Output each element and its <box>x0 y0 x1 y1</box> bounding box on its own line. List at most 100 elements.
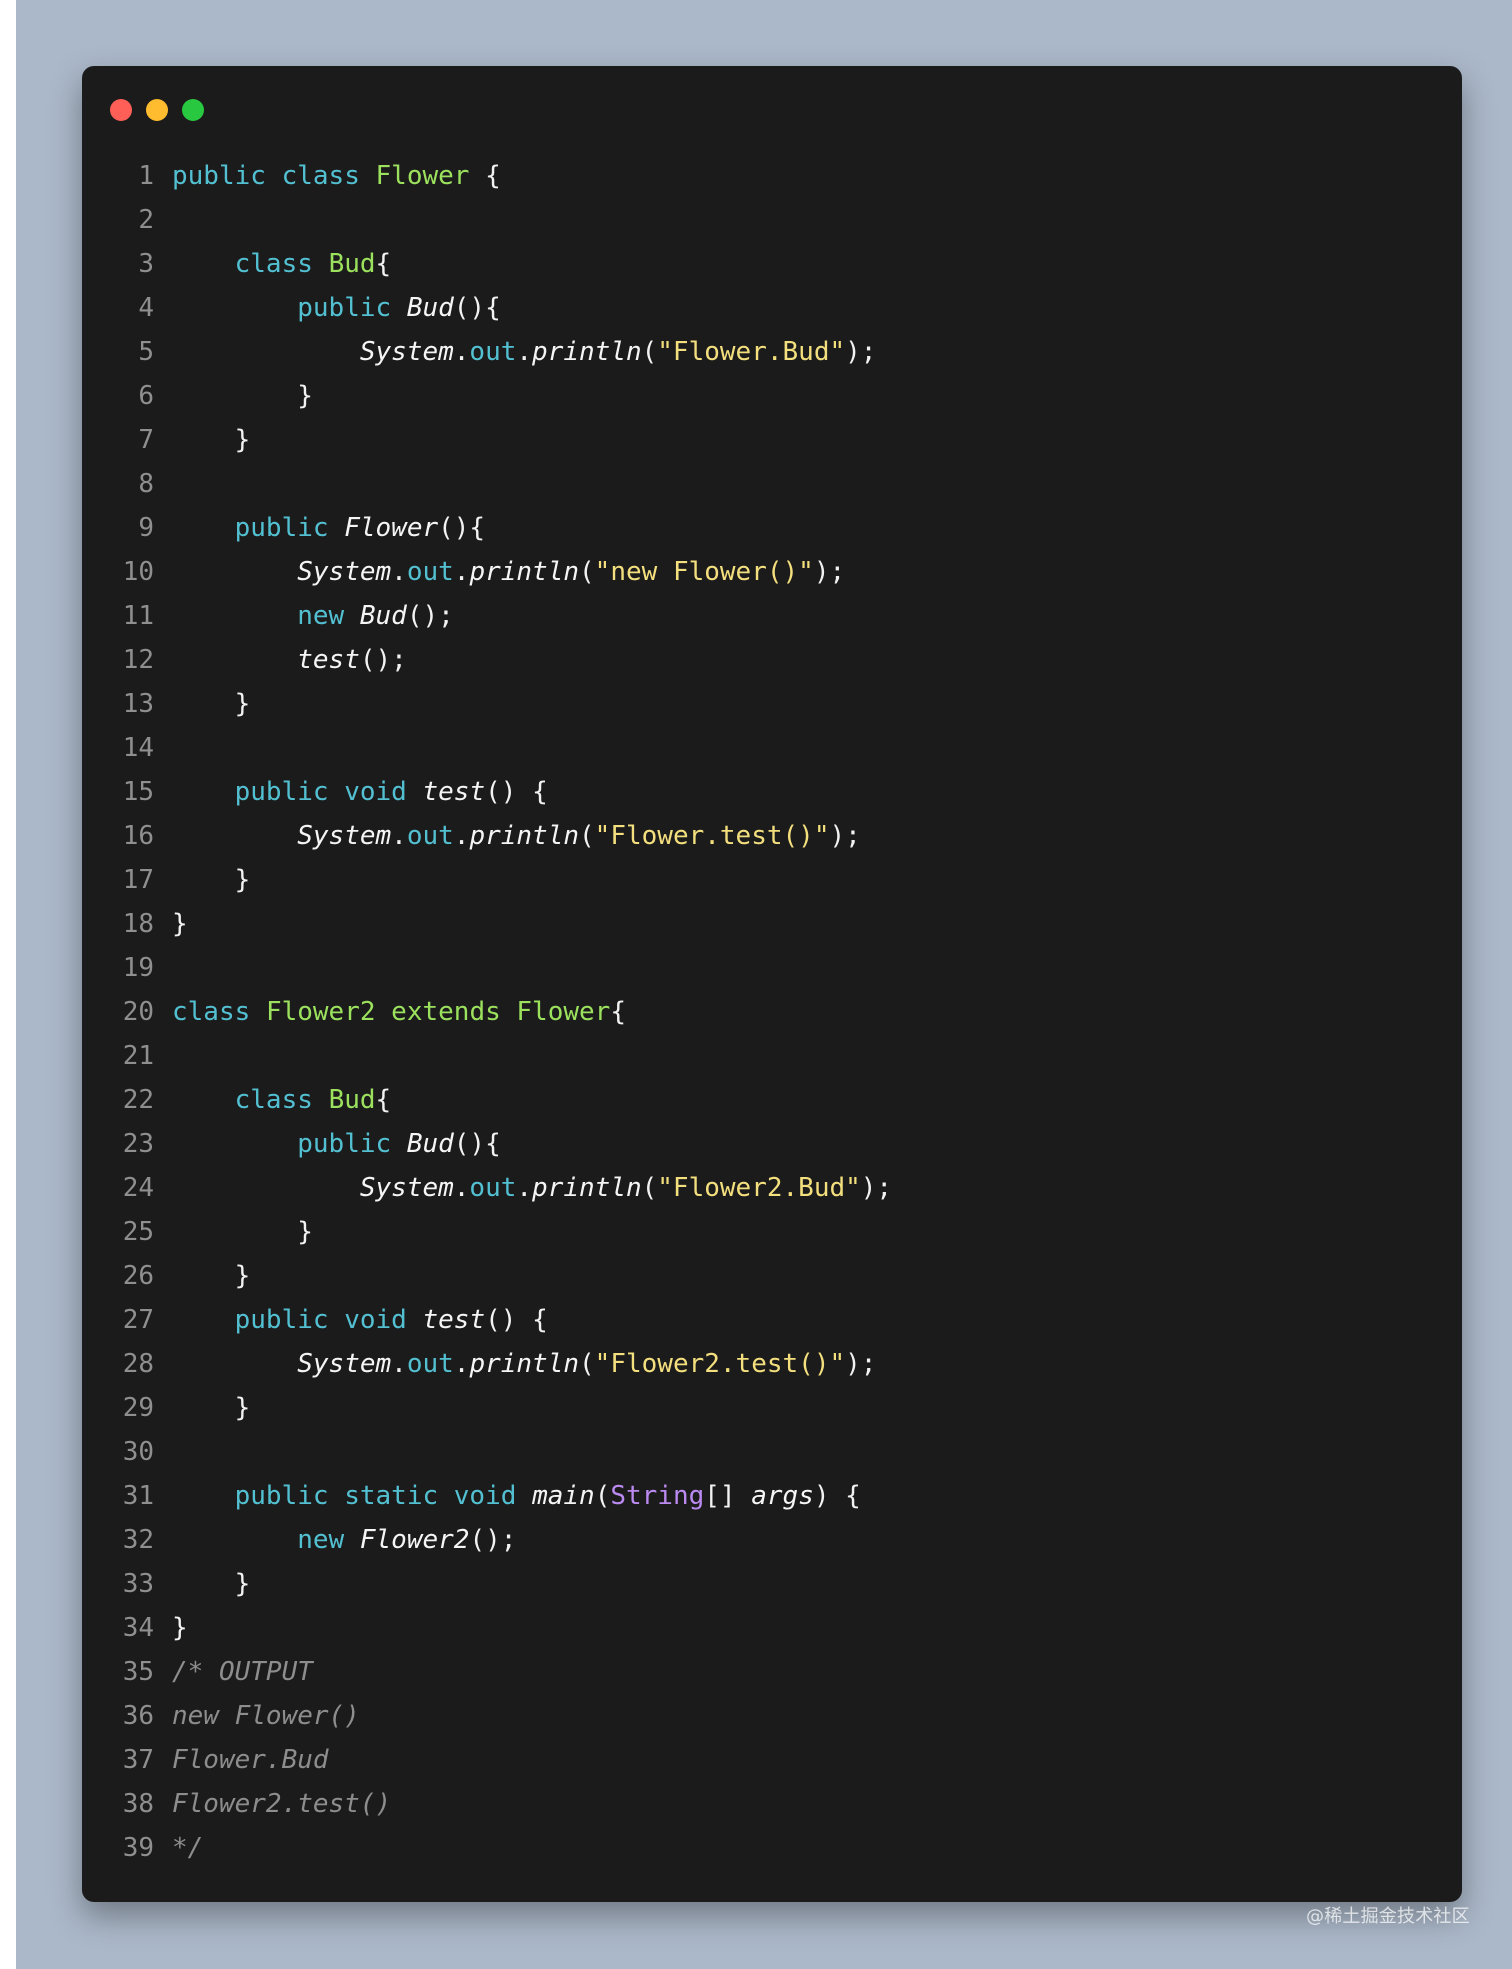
code-token: out <box>469 1173 517 1203</box>
code-token: } <box>172 1569 251 1599</box>
code-line: 8 <box>82 462 1462 506</box>
code-text: new Flower2(); <box>172 1518 516 1562</box>
code-token: extends <box>391 997 501 1027</box>
line-number: 22 <box>122 1085 154 1115</box>
line-number: 10 <box>122 557 154 587</box>
code-token: Flower2 <box>359 1525 470 1555</box>
line-number: 32 <box>122 1525 154 1555</box>
code-token: } <box>172 865 251 895</box>
code-text: class Flower2 extends Flower{ <box>172 990 626 1034</box>
line-number: 28 <box>122 1349 154 1379</box>
line-number: 3 <box>138 249 154 279</box>
code-text: System.out.println("new Flower()"); <box>172 550 845 594</box>
code-token: System <box>297 821 392 851</box>
code-token: public <box>234 777 329 807</box>
code-token: static <box>344 1481 439 1511</box>
code-token: } <box>172 1261 251 1291</box>
code-token: "new Flower()" <box>594 557 814 587</box>
code-line: 17 } <box>82 858 1462 902</box>
code-token: . <box>516 337 533 367</box>
line-number: 26 <box>122 1261 154 1291</box>
code-token: println <box>469 821 580 851</box>
code-line: 25 } <box>82 1210 1462 1254</box>
code-line: 22 class Bud{ <box>82 1078 1462 1122</box>
code-token: public <box>234 1305 329 1335</box>
line-number: 12 <box>122 645 154 675</box>
close-window-icon[interactable] <box>110 99 132 121</box>
code-text: } <box>172 374 313 418</box>
code-token: . <box>453 557 470 587</box>
line-number: 6 <box>138 381 154 411</box>
code-token: Flower <box>375 161 470 191</box>
line-number: 13 <box>122 689 154 719</box>
code-text: public Bud(){ <box>172 1122 501 1166</box>
code-text: System.out.println("Flower.test()"); <box>172 814 861 858</box>
code-token: . <box>391 1349 407 1379</box>
code-token: public <box>297 293 392 323</box>
code-token: class <box>281 161 360 191</box>
maximize-window-icon[interactable] <box>182 99 204 121</box>
line-number: 20 <box>122 997 154 1027</box>
code-text: } <box>172 1386 251 1430</box>
code-token: "Flower.test()" <box>594 821 830 851</box>
code-token: ); <box>860 1173 893 1203</box>
line-number: 36 <box>122 1701 154 1731</box>
code-token: args <box>751 1481 814 1511</box>
line-number: 15 <box>122 777 154 807</box>
line-number: 27 <box>122 1305 154 1335</box>
code-token: Bud <box>328 1085 376 1115</box>
code-line: 19 <box>82 946 1462 990</box>
code-line: 26 } <box>82 1254 1462 1298</box>
code-token: ); <box>845 1349 877 1379</box>
code-token: ); <box>813 557 846 587</box>
line-number: 11 <box>122 601 154 631</box>
code-text: System.out.println("Flower2.test()"); <box>172 1342 876 1386</box>
code-token: out <box>469 337 517 367</box>
code-line: 21 <box>82 1034 1462 1078</box>
code-token: "Flower.Bud" <box>657 337 846 367</box>
code-token: ( <box>579 821 595 851</box>
code-token: ( <box>594 1481 611 1511</box>
code-line: 1 public class Flower { <box>82 154 1462 198</box>
code-text: } <box>172 902 188 946</box>
code-text: } <box>172 1210 313 1254</box>
code-token: Bud <box>406 293 454 323</box>
code-line: 7 } <box>82 418 1462 462</box>
line-number: 24 <box>122 1173 154 1203</box>
code-line: 16 System.out.println("Flower.test()"); <box>82 814 1462 858</box>
line-number: 38 <box>122 1789 154 1819</box>
code-token: (); <box>359 645 407 675</box>
code-token: String <box>610 1481 705 1511</box>
code-line: 6 } <box>82 374 1462 418</box>
line-number: 8 <box>138 469 154 499</box>
code-token: new <box>297 601 345 631</box>
code-line: 20 class Flower2 extends Flower{ <box>82 990 1462 1034</box>
code-text: } <box>172 682 251 726</box>
code-token: (); <box>469 1525 517 1555</box>
code-text: public void test() { <box>172 1298 548 1342</box>
line-number: 5 <box>138 337 154 367</box>
watermark: @稀土掘金技术社区 <box>1306 1906 1470 1927</box>
line-number: 21 <box>122 1041 154 1071</box>
line-number: 17 <box>122 865 154 895</box>
minimize-window-icon[interactable] <box>146 99 168 121</box>
code-token: ( <box>579 557 595 587</box>
line-number: 39 <box>122 1833 154 1863</box>
code-line: 11 new Bud(); <box>82 594 1462 638</box>
code-line: 4 public Bud(){ <box>82 286 1462 330</box>
code-token: Flower <box>344 513 439 543</box>
line-number: 4 <box>138 293 154 323</box>
code-text: /* OUTPUT <box>172 1650 313 1694</box>
code-line: 15 public void test() { <box>82 770 1462 814</box>
code-text: } <box>172 1606 188 1650</box>
line-number: 37 <box>122 1745 154 1775</box>
